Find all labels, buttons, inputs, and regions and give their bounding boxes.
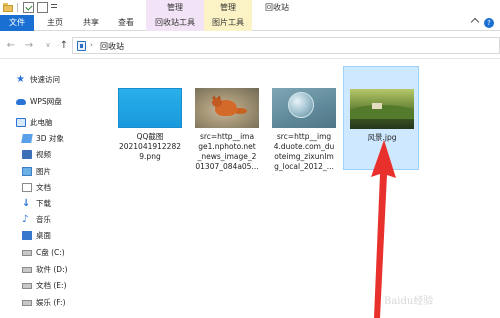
sidebar-item-label: 文档 [36,183,51,192]
forward-arrow-icon[interactable]: → [23,40,35,51]
downloads-icon: ↓ [22,198,31,209]
sidebar-item-this-pc[interactable]: 此电脑 [0,115,92,130]
chevron-down-icon[interactable]: ∨ [42,40,54,51]
file-name: QQ截图 2021041912282 9.png [118,132,182,161]
sidebar-item-drive-f[interactable]: 娱乐 (F:) [0,295,92,310]
tab-picture-tools[interactable]: 图片工具 [204,15,252,31]
drive-icon [22,283,32,289]
pictures-icon [22,167,32,176]
folder-icon [3,2,14,13]
drive-icon [22,250,32,256]
back-arrow-icon[interactable]: ← [5,40,17,51]
image-thumbnail [118,88,182,128]
sidebar-item-drive-d[interactable]: 软件 (D:) [0,262,92,277]
sidebar-item-wps-cloud[interactable]: WPS网盘 [0,94,92,109]
tab-share[interactable]: 共享 [77,15,105,31]
tab-view[interactable]: 查看 [112,15,140,31]
up-arrow-icon[interactable]: ↑ [58,40,70,51]
sidebar-item-label: 此电脑 [30,118,53,127]
chevron-up-icon[interactable] [470,17,480,27]
sidebar-item-label: 文档 (E:) [36,281,67,290]
sidebar-item-documents[interactable]: 文档 [0,180,92,195]
file-name: src=http__img 4.duote.com_du oteimg_zixu… [273,132,335,171]
tab-home[interactable]: 主页 [41,15,69,31]
context-group-manage-picture: 管理 [204,0,252,15]
file-item[interactable]: QQ截图 2021041912282 9.png [112,66,188,170]
sidebar-item-label: 3D 对象 [36,134,64,143]
documents-icon [22,183,32,192]
drive-icon [22,300,32,306]
music-icon: ♪ [22,214,29,225]
file-name: src=http__ima ge1.nphoto.net _news_image… [195,132,259,171]
context-group-manage-recycle: 管理 [146,0,204,15]
sidebar-item-label: 桌面 [36,231,51,240]
navigation-pane: ★ 快速访问 WPS网盘 此电脑 3D 对象 视频 图片 文档 ↓ 下载 ♪ 音… [0,60,92,318]
sidebar-item-3d-objects[interactable]: 3D 对象 [0,131,92,146]
sidebar-item-videos[interactable]: 视频 [0,147,92,162]
help-icon[interactable]: ? [484,18,494,28]
image-thumbnail [272,88,336,128]
ribbon-tabs: 文件 主页 共享 查看 回收站工具 图片工具 ? [0,15,500,31]
sidebar-item-label: WPS网盘 [30,97,62,106]
file-view: QQ截图 2021041912282 9.png src=http__ima g… [112,66,500,318]
sidebar-item-label: 软件 (D:) [36,265,68,274]
customize-quick-access-icon[interactable] [51,4,57,5]
3d-objects-icon [21,134,33,143]
address-bar[interactable]: › 回收站 [72,37,500,54]
file-item[interactable]: src=http__img 4.duote.com_du oteimg_zixu… [266,66,342,171]
sidebar-item-quick-access[interactable]: ★ 快速访问 [0,72,92,87]
desktop-icon [22,231,32,240]
sidebar-item-desktop[interactable]: 桌面 [0,228,92,243]
sidebar-item-label: 娱乐 (F:) [36,298,66,307]
sidebar-item-label: 音乐 [36,215,51,224]
videos-icon [22,150,32,159]
sidebar-item-music[interactable]: ♪ 音乐 [0,212,92,227]
quick-access-star-icon: ★ [16,74,25,85]
file-item[interactable]: src=http__ima ge1.nphoto.net _news_image… [189,66,265,171]
sidebar-item-label: 快速访问 [30,75,60,84]
sidebar-item-label: 下载 [36,199,51,208]
sidebar-item-pictures[interactable]: 图片 [0,164,92,179]
address-path[interactable]: 回收站 [100,41,124,52]
this-pc-icon [16,118,26,127]
chevron-right-icon[interactable]: › [90,41,93,49]
tab-file[interactable]: 文件 [0,15,34,31]
navigation-bar: ← → ∨ ↑ › 回收站 [0,31,500,59]
drive-icon [22,267,32,273]
watermark: Baidu经验 [384,296,434,307]
new-folder-icon[interactable] [37,2,48,13]
divider [17,3,18,12]
sidebar-item-downloads[interactable]: ↓ 下载 [0,196,92,211]
sidebar-item-drive-c[interactable]: C盘 (C:) [0,245,92,260]
tab-recycle-bin-tools[interactable]: 回收站工具 [146,15,204,31]
image-thumbnail [195,88,259,128]
title-bar: 管理 管理 回收站 [0,0,500,15]
window-title: 回收站 [265,3,289,12]
sidebar-item-label: 图片 [36,167,51,176]
sidebar-item-label: 视频 [36,150,51,159]
image-thumbnail [350,89,414,129]
properties-icon[interactable] [23,2,34,13]
sidebar-item-label: C盘 (C:) [36,248,65,257]
sidebar-item-drive-e[interactable]: 文档 (E:) [0,278,92,293]
wps-cloud-icon [16,99,26,105]
recycle-bin-icon [77,41,86,51]
